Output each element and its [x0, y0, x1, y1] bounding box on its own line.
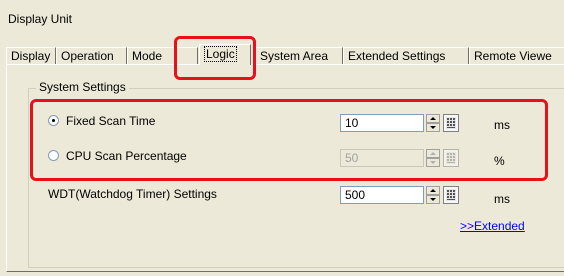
group-label: System Settings	[36, 80, 129, 94]
tab-label: Logic	[204, 46, 237, 62]
window-title: Display Unit	[8, 12, 73, 26]
tab-operation[interactable]: Operation	[56, 47, 127, 64]
tab-label: System Area	[260, 49, 329, 63]
wdt-label: WDT(Watchdog Timer) Settings	[48, 187, 217, 201]
tab-label: Display	[11, 49, 51, 63]
tab-display[interactable]: Display	[6, 47, 56, 64]
wdt-input[interactable]: 500	[340, 186, 424, 204]
tab-strip: Display Operation Mode Logic System Area…	[6, 41, 564, 65]
extended-link[interactable]: >>Extended	[460, 219, 525, 233]
tab-label: Operation	[61, 49, 114, 63]
tab-label: Remote Viewe	[474, 49, 552, 63]
spin-button-icon[interactable]	[426, 186, 440, 204]
tab-logic[interactable]: Logic	[199, 44, 251, 65]
tab-remote-viewer[interactable]: Remote Viewe	[469, 47, 564, 64]
tab-extended-settings[interactable]: Extended Settings	[343, 47, 469, 64]
annotation-highlight-scan-settings	[30, 99, 548, 181]
keypad-icon[interactable]	[443, 186, 459, 204]
tab-system-area[interactable]: System Area	[255, 47, 343, 64]
tab-label: Extended Settings	[348, 49, 446, 63]
wdt-unit: ms	[494, 192, 510, 206]
tab-label: Mode	[132, 49, 163, 63]
